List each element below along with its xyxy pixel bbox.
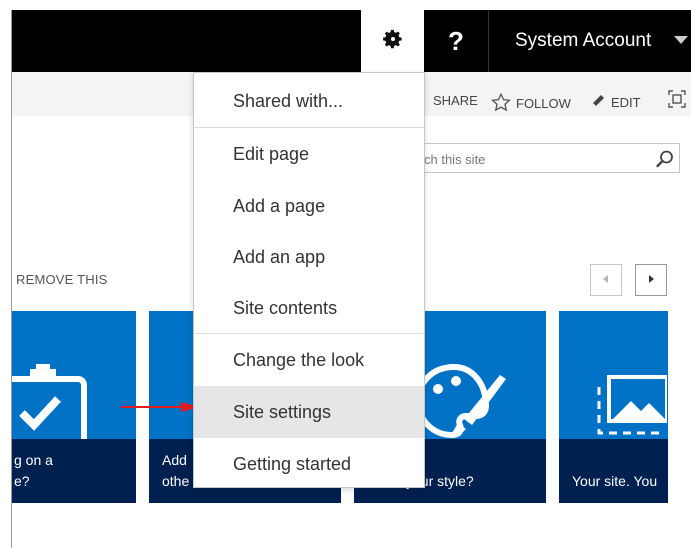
menu-item-add-page[interactable]: Add a page — [194, 180, 424, 232]
follow-label: FOLLOW — [516, 96, 571, 111]
menu-item-site-settings[interactable]: Site settings — [194, 386, 424, 438]
promoted-tile-your-site[interactable]: Your site. You — [559, 311, 668, 503]
tile-caption-line2: othe — [162, 473, 190, 489]
settings-menu: Shared with... Edit page Add a page Add … — [193, 72, 425, 488]
menu-item-label: Site settings — [233, 401, 332, 422]
remove-this-link[interactable]: REMOVE THIS — [16, 272, 108, 287]
edit-button[interactable]: EDIT — [590, 93, 641, 112]
tile-caption-line2: Your site. You — [572, 473, 658, 489]
help-button[interactable]: ? — [424, 10, 488, 72]
tile-caption: Your site. You — [559, 439, 668, 503]
menu-item-getting-started[interactable]: Getting started — [194, 438, 424, 490]
menu-item-shared-with[interactable]: Shared with... — [194, 75, 424, 127]
search-icon[interactable] — [655, 149, 675, 169]
menu-item-label: Change the look — [233, 349, 365, 370]
account-name-link[interactable]: System Account — [515, 30, 651, 52]
menu-item-edit-page[interactable]: Edit page — [194, 128, 424, 180]
tile-caption-line1: g on a — [14, 452, 53, 468]
chevron-left-icon — [601, 271, 611, 289]
previous-page-button[interactable] — [590, 264, 622, 296]
top-margin — [0, 0, 691, 10]
red-arrow-annotation — [121, 402, 199, 412]
focus-content-button[interactable] — [668, 90, 686, 108]
star-icon — [491, 92, 511, 114]
menu-item-label: Add an app — [233, 246, 326, 267]
menu-item-label: Edit page — [233, 143, 310, 164]
focus-icon — [668, 90, 686, 112]
tile-caption: g on a e? — [12, 439, 136, 503]
share-label: SHARE — [433, 93, 478, 108]
menu-item-change-look[interactable]: Change the look — [194, 334, 424, 386]
menu-item-site-contents[interactable]: Site contents — [194, 282, 424, 334]
next-page-button[interactable] — [635, 264, 667, 296]
share-button[interactable]: SHARE — [433, 93, 478, 108]
pencil-icon — [590, 93, 606, 112]
menu-item-label: Add a page — [233, 195, 326, 216]
promoted-tile-share-site[interactable]: g on a e? — [12, 311, 136, 503]
menu-item-label: Getting started — [233, 453, 352, 474]
picture-icon — [597, 375, 667, 435]
palette-icon — [414, 363, 506, 439]
settings-gear-button[interactable] — [361, 10, 424, 72]
menu-item-label: Shared with... — [233, 90, 344, 111]
menu-item-label: Site contents — [233, 297, 338, 318]
follow-button[interactable]: FOLLOW — [491, 92, 571, 114]
suite-bar-divider — [488, 10, 489, 72]
gear-icon — [382, 28, 404, 55]
help-icon: ? — [448, 25, 464, 56]
edit-label: EDIT — [611, 95, 641, 110]
search-placeholder: ch this site — [424, 152, 486, 167]
chevron-down-icon[interactable] — [674, 36, 688, 44]
chevron-right-icon — [646, 271, 656, 289]
menu-item-add-app[interactable]: Add an app — [194, 231, 424, 283]
tile-caption-line1: Add — [162, 452, 187, 468]
tile-caption-line2: e? — [14, 473, 30, 489]
